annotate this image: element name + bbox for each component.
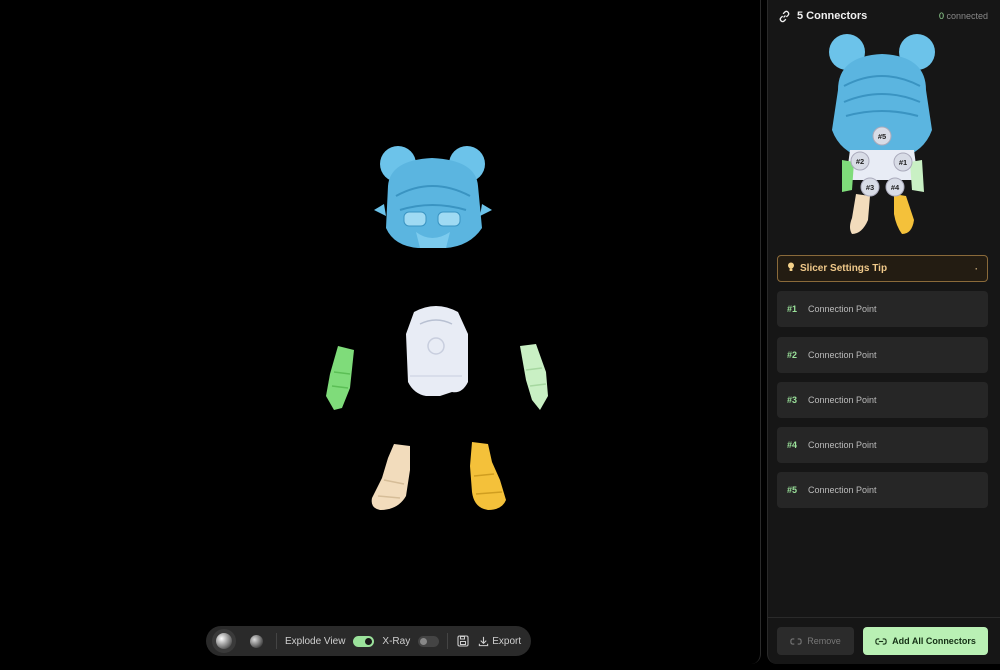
preview-marker-2[interactable]: #2 (850, 151, 870, 171)
panel-header: 5 Connectors 0 connected (778, 8, 988, 24)
connection-point-item[interactable]: #4 Connection Point (777, 427, 988, 463)
remove-button[interactable]: Remove (777, 627, 854, 655)
chevron-down-icon: · (975, 263, 978, 274)
marker-text: #2 (856, 157, 864, 166)
save-icon[interactable] (456, 634, 470, 648)
solid-sphere-icon (216, 633, 232, 649)
right-foot-part[interactable] (470, 442, 506, 510)
preview-marker-1[interactable]: #1 (893, 152, 913, 172)
preview-marker-5[interactable]: #5 (872, 126, 892, 146)
connection-point-number: #4 (787, 440, 798, 450)
connection-point-item[interactable]: #3 Connection Point (777, 382, 988, 418)
toolbar-divider (447, 633, 449, 649)
material-shaded-button[interactable] (244, 629, 268, 653)
lightbulb-icon (787, 262, 795, 275)
toggle-knob (365, 637, 373, 645)
unlink-icon (790, 637, 802, 645)
right-arm-part[interactable] (520, 344, 548, 410)
toggle-knob (420, 637, 428, 645)
tip-title: Slicer Settings Tip (800, 263, 888, 274)
connector-preview[interactable]: #5 #2 #1 #3 #4 (820, 30, 945, 240)
connection-point-item[interactable]: #5 Connection Point (777, 472, 988, 508)
exploded-figure-model[interactable] (0, 0, 761, 664)
preview-marker-4[interactable]: #4 (885, 177, 905, 197)
export-button[interactable]: Export (478, 636, 521, 647)
3d-viewport[interactable]: Explode View X-Ray Export (0, 0, 761, 664)
xray-toggle[interactable] (418, 635, 440, 647)
connection-point-number: #5 (787, 485, 798, 495)
connection-point-label: Connection Point (808, 395, 877, 405)
export-label: Export (492, 635, 522, 647)
left-arm-part[interactable] (326, 346, 354, 410)
connection-point-item[interactable]: #1 Connection Point (777, 291, 988, 327)
connected-suffix: connected (943, 11, 988, 21)
xray-label: X-Ray (382, 635, 411, 647)
material-solid-button[interactable] (212, 629, 236, 653)
left-foot-part[interactable] (371, 444, 410, 510)
add-all-connectors-button[interactable]: Add All Connectors (863, 627, 988, 655)
explode-view-toggle[interactable] (353, 635, 375, 647)
marker-text: #3 (866, 183, 874, 192)
shaded-sphere-icon (249, 634, 263, 648)
head-part[interactable] (374, 146, 492, 248)
remove-label: Remove (807, 636, 841, 646)
marker-text: #5 (878, 132, 886, 141)
connection-point-item[interactable]: #2 Connection Point (777, 337, 988, 373)
download-icon (479, 636, 489, 646)
connected-count: 0 connected (939, 11, 988, 21)
preview-marker-3[interactable]: #3 (860, 177, 880, 197)
link-icon (875, 637, 887, 645)
marker-text: #1 (899, 158, 907, 167)
connection-point-label: Connection Point (808, 304, 877, 314)
link-icon (779, 10, 790, 22)
explode-view-label: Explode View (285, 635, 346, 647)
connection-point-label: Connection Point (808, 485, 877, 495)
connection-point-label: Connection Point (808, 350, 877, 360)
toolbar-divider (276, 633, 277, 649)
connection-point-number: #2 (787, 350, 798, 360)
connection-point-number: #1 (787, 304, 798, 314)
connection-point-label: Connection Point (808, 440, 877, 450)
panel-title: 5 Connectors (797, 10, 868, 22)
viewport-toolbar: Explode View X-Ray Export (206, 626, 531, 656)
connection-point-number: #3 (787, 395, 798, 405)
torso-part[interactable] (406, 306, 468, 396)
slicer-settings-tip[interactable]: Slicer Settings Tip · (777, 255, 988, 282)
marker-text: #4 (891, 183, 900, 192)
add-all-label: Add All Connectors (892, 636, 976, 646)
